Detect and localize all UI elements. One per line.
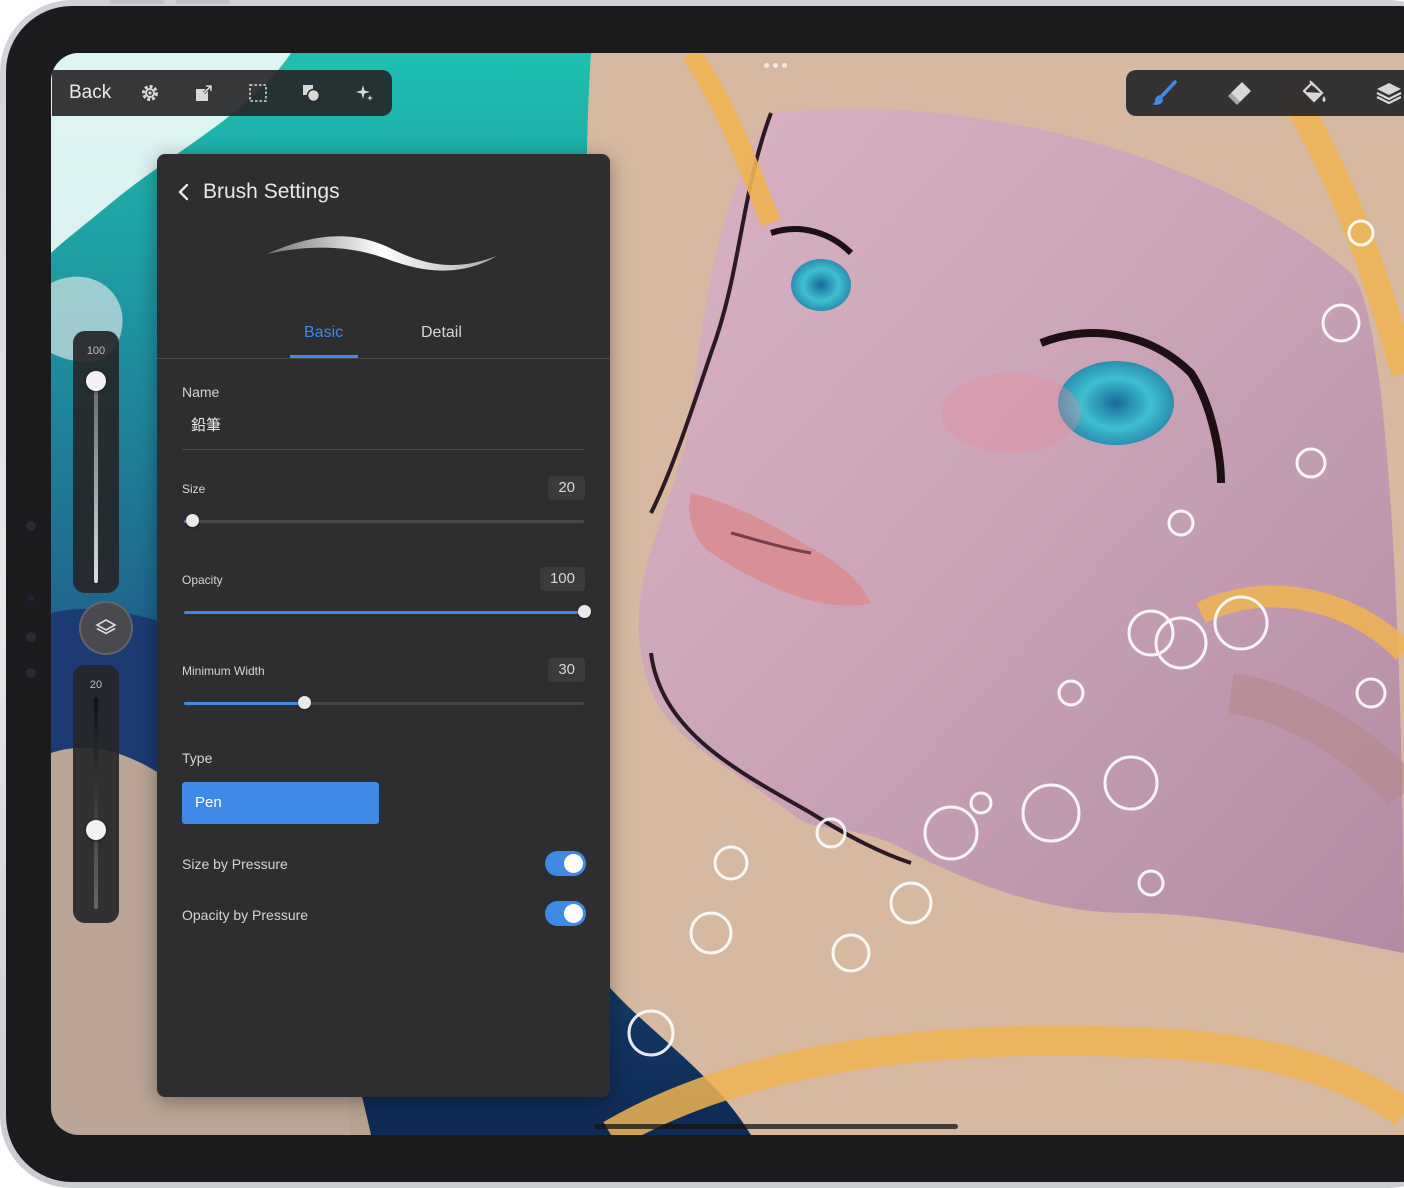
brush-settings-panel: Brush Settings Basic Detail Name 鉛筆 Size…: [157, 154, 610, 1097]
min-width-slider-knob[interactable]: [298, 696, 311, 709]
brush-icon[interactable]: [1126, 70, 1201, 116]
opacity-slider[interactable]: [184, 605, 591, 618]
layers-icon: [95, 619, 117, 635]
size-by-pressure-label: Size by Pressure: [182, 856, 288, 872]
brush-stroke-preview: [267, 236, 497, 271]
settings-tabs: Basic Detail: [157, 316, 610, 359]
active-tab-indicator: [290, 355, 358, 358]
window-grabber[interactable]: [764, 63, 787, 68]
size-side-slider[interactable]: 20: [73, 665, 119, 923]
opacity-side-value: 100: [86, 345, 106, 357]
min-width-label: Minimum Width: [182, 664, 265, 678]
layer-quick-button[interactable]: [79, 601, 133, 655]
size-side-track[interactable]: [94, 697, 98, 909]
selection-icon[interactable]: [231, 70, 285, 116]
transform-icon[interactable]: [177, 70, 231, 116]
type-pen-button[interactable]: Pen: [182, 782, 379, 824]
chevron-left-icon[interactable]: [177, 183, 191, 201]
back-button[interactable]: Back: [52, 82, 123, 104]
panel-title: Brush Settings: [203, 180, 340, 203]
opacity-by-pressure-label: Opacity by Pressure: [182, 907, 309, 923]
opacity-slider-knob[interactable]: [578, 605, 591, 618]
type-label: Type: [182, 750, 213, 766]
home-indicator[interactable]: [594, 1124, 958, 1129]
sensor-dot: [26, 668, 36, 678]
opacity-side-slider[interactable]: 100: [73, 331, 119, 593]
tab-basic[interactable]: Basic: [304, 324, 343, 342]
min-width-slider[interactable]: [184, 696, 584, 709]
opacity-side-knob[interactable]: [86, 371, 106, 391]
camera-icon: [28, 595, 34, 601]
volume-button: [110, 0, 164, 4]
gear-icon[interactable]: [123, 70, 177, 116]
min-width-value[interactable]: 30: [548, 658, 585, 682]
opacity-by-pressure-toggle[interactable]: [545, 901, 586, 926]
sparkle-icon[interactable]: [338, 70, 392, 116]
top-right-toolbar: [1126, 70, 1404, 116]
name-label: Name: [182, 384, 220, 400]
size-slider-knob[interactable]: [186, 514, 199, 527]
tab-detail[interactable]: Detail: [421, 324, 462, 342]
opacity-value[interactable]: 100: [539, 567, 585, 591]
fill-bucket-icon[interactable]: [1276, 70, 1351, 116]
size-side-value: 20: [89, 679, 103, 691]
app-screen: Back 100 20 Brush Settings Basic Detail …: [51, 53, 1404, 1135]
volume-button: [176, 0, 230, 4]
sensor-dot: [26, 632, 36, 642]
top-left-toolbar: Back: [52, 70, 392, 116]
layers-icon[interactable]: [1351, 70, 1404, 116]
size-value[interactable]: 20: [548, 476, 585, 500]
size-by-pressure-toggle[interactable]: [545, 851, 586, 876]
sensor-dot: [26, 521, 36, 531]
opacity-side-track[interactable]: [94, 381, 98, 583]
opacity-slider-fill: [184, 611, 584, 614]
opacity-label: Opacity: [182, 573, 223, 587]
size-slider[interactable]: [184, 514, 584, 527]
brush-name-field[interactable]: 鉛筆: [182, 402, 584, 450]
eraser-icon[interactable]: [1201, 70, 1276, 116]
min-width-slider-fill: [184, 702, 304, 705]
shapes-icon[interactable]: [285, 70, 339, 116]
size-label: Size: [182, 482, 206, 496]
size-side-knob[interactable]: [86, 820, 106, 840]
panel-header[interactable]: Brush Settings: [177, 180, 340, 204]
